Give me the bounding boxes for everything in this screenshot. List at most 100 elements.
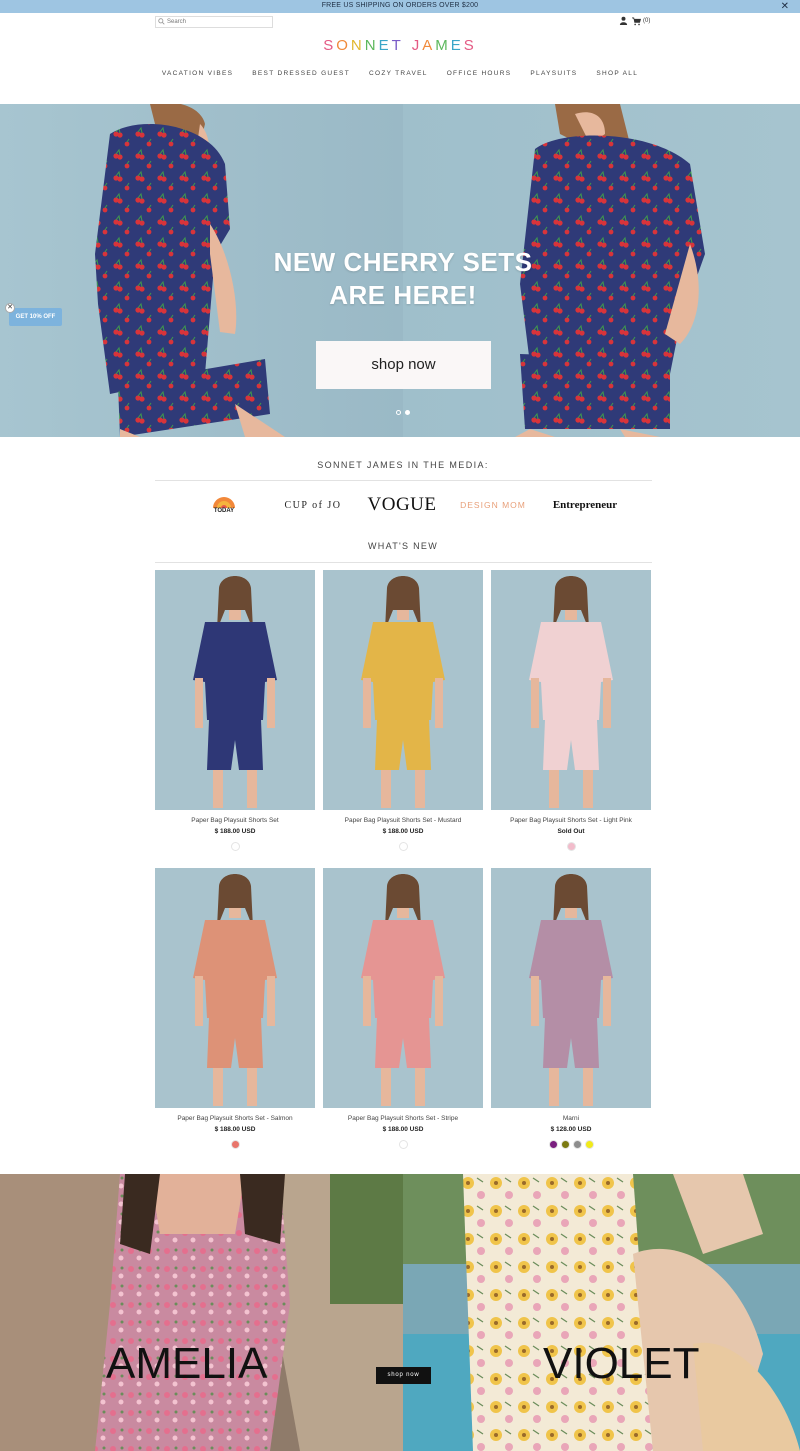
nav-item-cozy-travel[interactable]: COZY TRAVEL bbox=[369, 70, 428, 77]
logo-letter: N bbox=[364, 37, 379, 54]
product-model-illustration bbox=[155, 868, 315, 1108]
color-swatch[interactable] bbox=[572, 1140, 582, 1149]
color-swatches bbox=[491, 1140, 651, 1149]
color-swatches bbox=[491, 842, 651, 851]
color-swatch[interactable] bbox=[398, 1140, 408, 1149]
whats-new-title: WHAT'S NEW bbox=[367, 541, 439, 551]
hero-carousel-dots bbox=[396, 410, 410, 415]
color-swatch[interactable] bbox=[560, 1140, 570, 1149]
announcement-close-icon[interactable]: ✕ bbox=[781, 0, 789, 13]
product-name[interactable]: Paper Bag Playsuit Shorts Set - Salmon bbox=[155, 1115, 315, 1122]
product-card[interactable]: Paper Bag Playsuit Shorts Set - Light Pi… bbox=[491, 570, 651, 860]
logo-letter: O bbox=[336, 37, 351, 54]
logo-letter: J bbox=[411, 37, 423, 54]
product-model-illustration bbox=[491, 868, 651, 1108]
cart-link[interactable]: (0) bbox=[632, 16, 650, 26]
product-card[interactable]: Marni $ 128.00 USD bbox=[491, 868, 651, 1158]
product-card[interactable]: Paper Bag Playsuit Shorts Set - Mustard $… bbox=[323, 570, 483, 860]
cart-icon bbox=[632, 17, 641, 25]
discount-tab[interactable]: GET 10% OFF bbox=[9, 308, 62, 326]
color-swatches bbox=[155, 842, 315, 851]
logo-letter: A bbox=[422, 37, 436, 54]
product-name[interactable]: Marni bbox=[491, 1115, 651, 1122]
product-image[interactable] bbox=[323, 868, 483, 1108]
product-image[interactable] bbox=[155, 570, 315, 810]
main-nav: VACATION VIBES BEST DRESSED GUEST COZY TRA… bbox=[0, 70, 800, 77]
violet-banner[interactable] bbox=[403, 1174, 800, 1451]
product-name[interactable]: Paper Bag Playsuit Shorts Set - Stripe bbox=[323, 1115, 483, 1122]
product-price: $ 188.00 USD bbox=[214, 828, 256, 835]
logo-letter: S bbox=[463, 37, 477, 54]
nav-item-playsuits[interactable]: PLAYSUITS bbox=[530, 70, 577, 77]
discount-close-icon[interactable]: ✕ bbox=[5, 303, 15, 313]
announcement-bar: FREE US SHIPPING ON ORDERS OVER $200 ✕ bbox=[0, 0, 800, 13]
product-model-illustration bbox=[491, 570, 651, 810]
amelia-photo bbox=[0, 1174, 403, 1451]
account-icon[interactable] bbox=[619, 16, 628, 25]
brand-logo[interactable]: SONNET JAMES bbox=[0, 37, 800, 54]
color-swatch[interactable] bbox=[230, 842, 240, 851]
hero-banner[interactable]: NEW CHERRY SETS ARE HERE! shop now bbox=[0, 104, 800, 437]
media-divider bbox=[155, 480, 652, 481]
product-model-illustration bbox=[155, 570, 315, 810]
nav-item-shop-all[interactable]: SHOP ALL bbox=[596, 70, 638, 77]
whats-new-divider bbox=[155, 562, 652, 563]
color-swatch[interactable] bbox=[548, 1140, 558, 1149]
color-swatches bbox=[155, 1140, 315, 1149]
product-model-illustration bbox=[323, 570, 483, 810]
product-image[interactable] bbox=[155, 868, 315, 1108]
hero-headline-line2: ARE HERE! bbox=[329, 280, 477, 310]
product-name[interactable]: Paper Bag Playsuit Shorts Set - Light Pi… bbox=[491, 817, 651, 824]
amelia-banner[interactable] bbox=[0, 1174, 403, 1451]
color-swatch[interactable] bbox=[398, 842, 408, 851]
product-card[interactable]: Paper Bag Playsuit Shorts Set - Stripe $ … bbox=[323, 868, 483, 1158]
logo-letter: E bbox=[378, 37, 392, 54]
nav-item-office-hours[interactable]: OFFICE HOURS bbox=[447, 70, 512, 77]
product-card[interactable]: Paper Bag Playsuit Shorts Set - Salmon $ … bbox=[155, 868, 315, 1158]
product-price: $ 188.00 USD bbox=[382, 828, 424, 835]
nav-item-best-dressed-guest[interactable]: BEST DRESSED GUEST bbox=[252, 70, 350, 77]
hero-headline-line1: NEW CHERRY SETS bbox=[273, 247, 533, 277]
product-image[interactable] bbox=[323, 570, 483, 810]
carousel-dot-1[interactable] bbox=[396, 410, 401, 415]
product-card[interactable]: Paper Bag Playsuit Shorts Set $ 188.00 US… bbox=[155, 570, 315, 860]
logo-letter: S bbox=[323, 37, 337, 54]
logo-letter: E bbox=[450, 37, 464, 54]
color-swatch[interactable] bbox=[566, 842, 576, 851]
today-logo: TODAY bbox=[203, 490, 245, 520]
today-logo-text: TODAY bbox=[213, 507, 235, 514]
cup-of-jo-logo: CUP of JO bbox=[284, 499, 342, 511]
media-logos: TODAY CUP of JO VOGUE DESIGN MOM Entrepr… bbox=[155, 490, 652, 520]
color-swatches bbox=[323, 1140, 483, 1149]
color-swatches bbox=[323, 842, 483, 851]
logo-letter: T bbox=[391, 37, 404, 54]
logo-letter: M bbox=[435, 37, 451, 54]
product-price: $ 128.00 USD bbox=[550, 1126, 592, 1133]
product-name[interactable]: Paper Bag Playsuit Shorts Set bbox=[155, 817, 315, 824]
carousel-dot-2[interactable] bbox=[405, 410, 410, 415]
design-mom-logo-text: DESIGN MOM bbox=[460, 500, 526, 510]
vogue-logo: VOGUE bbox=[367, 494, 437, 515]
violet-photo bbox=[403, 1174, 800, 1451]
hero-headline: NEW CHERRY SETS ARE HERE! bbox=[0, 246, 800, 312]
search-icon bbox=[158, 18, 165, 25]
amelia-title: AMELIA bbox=[106, 1339, 268, 1388]
product-image[interactable] bbox=[491, 868, 651, 1108]
violet-title: VIOLET bbox=[543, 1339, 700, 1388]
hero-shop-now-button[interactable]: shop now bbox=[316, 341, 491, 389]
search-input[interactable]: Search bbox=[155, 16, 273, 28]
product-price: $ 188.00 USD bbox=[382, 1126, 424, 1133]
color-swatch[interactable] bbox=[584, 1140, 594, 1149]
product-price: $ 188.00 USD bbox=[214, 1126, 256, 1133]
media-section-title: SONNET JAMES IN THE MEDIA: bbox=[317, 460, 489, 470]
color-swatch[interactable] bbox=[230, 1140, 240, 1149]
banner-shop-now-button[interactable]: shop now bbox=[376, 1367, 431, 1384]
today-sunrise-icon bbox=[213, 496, 235, 508]
product-image[interactable] bbox=[491, 570, 651, 810]
cart-count: (0) bbox=[643, 18, 651, 24]
product-price: Sold Out bbox=[557, 828, 585, 835]
entrepreneur-logo: Entrepreneur bbox=[552, 499, 618, 511]
product-name[interactable]: Paper Bag Playsuit Shorts Set - Mustard bbox=[323, 817, 483, 824]
announcement-text: FREE US SHIPPING ON ORDERS OVER $200 bbox=[321, 2, 479, 9]
nav-item-vacation-vibes[interactable]: VACATION VIBES bbox=[162, 70, 233, 77]
